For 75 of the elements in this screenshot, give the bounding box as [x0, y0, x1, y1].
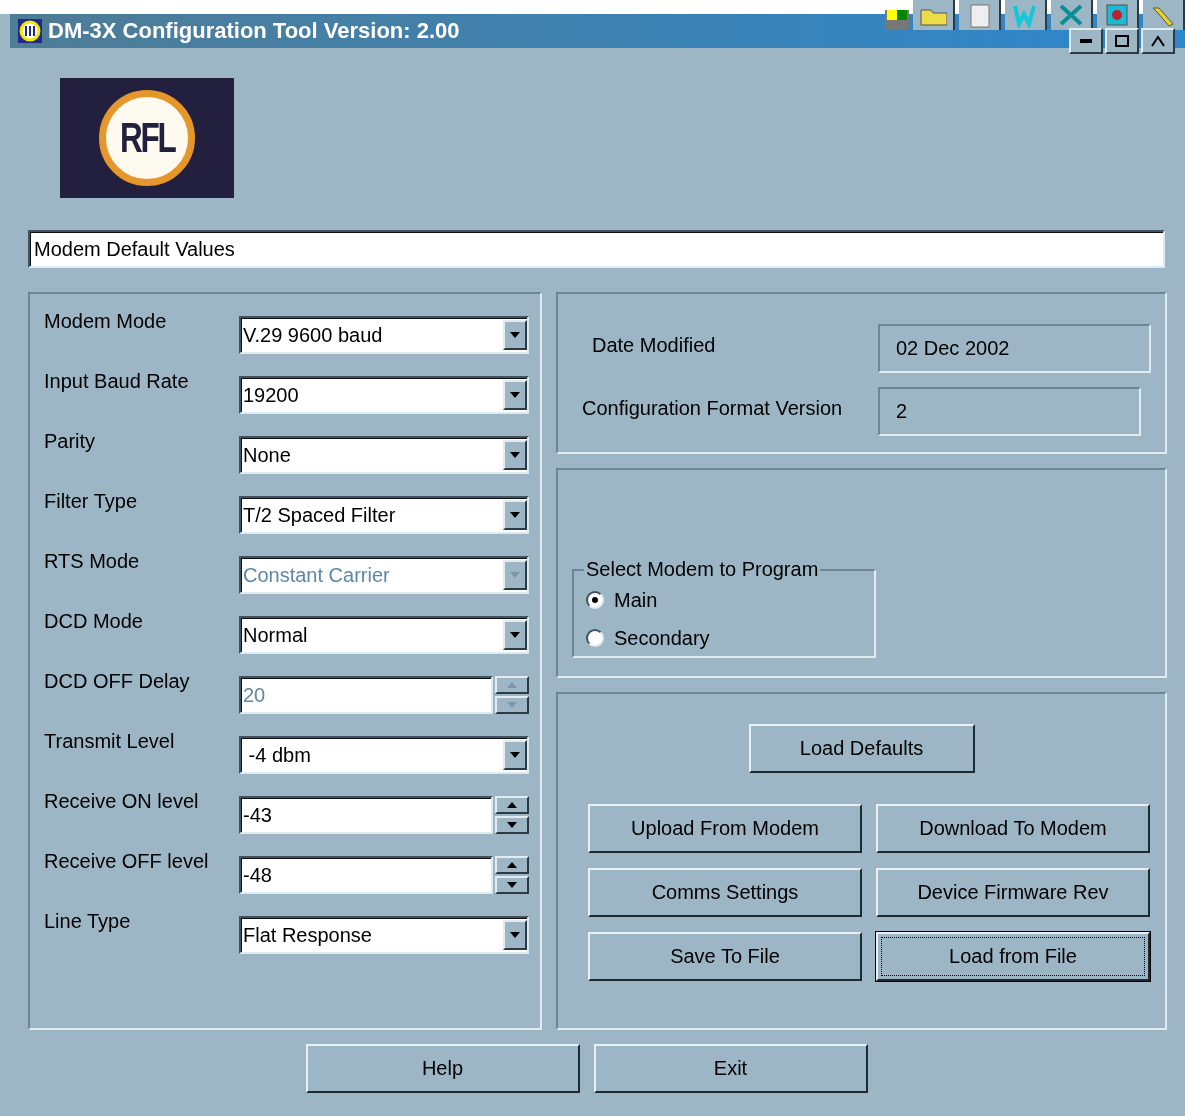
action-button[interactable]: Upload From Modem: [588, 804, 862, 853]
field-label: Receive OFF level: [44, 850, 210, 873]
close-icon: [1151, 35, 1165, 47]
spin-down-button[interactable]: [495, 876, 529, 894]
spin-down-button[interactable]: [495, 816, 529, 834]
logo-text: RFL: [119, 114, 175, 162]
dropdown-button[interactable]: [503, 380, 527, 410]
dropdown-button[interactable]: [503, 740, 527, 770]
action-button[interactable]: Load Defaults: [748, 724, 975, 773]
down-arrow-icon: [510, 632, 520, 638]
down-arrow-icon: [510, 932, 520, 938]
dropdown-button[interactable]: [503, 500, 527, 530]
field-label: DCD Mode: [44, 610, 144, 633]
down-arrow-icon: [510, 452, 520, 458]
info-label: Date Modified: [592, 334, 717, 357]
dropdown[interactable]: 19200: [239, 376, 529, 414]
dropdown-button[interactable]: [503, 920, 527, 950]
app-icon: [18, 19, 42, 43]
action-button[interactable]: Load from File: [876, 932, 1150, 981]
close-button[interactable]: [1141, 28, 1175, 54]
maximize-button[interactable]: [1105, 28, 1139, 54]
field-label: Line Type: [44, 910, 132, 933]
spin-up-button[interactable]: [495, 856, 529, 874]
spin-down-button[interactable]: [495, 696, 529, 714]
spin-field[interactable]: -48: [239, 856, 493, 894]
spin-up-button[interactable]: [495, 676, 529, 694]
radio-option[interactable]: Secondary: [586, 619, 862, 657]
field-label: Filter Type: [44, 490, 138, 513]
down-arrow-icon: [510, 572, 520, 578]
dropdown-button[interactable]: [503, 440, 527, 470]
dropdown[interactable]: Flat Response: [239, 916, 529, 954]
down-arrow-icon: [510, 752, 520, 758]
field-label: Receive ON level: [44, 790, 200, 813]
dropdown[interactable]: None: [239, 436, 529, 474]
down-arrow-icon: [510, 392, 520, 398]
status-field[interactable]: Modem Default Values: [28, 230, 1165, 268]
dropdown-button[interactable]: [503, 620, 527, 650]
up-arrow-icon: [507, 802, 517, 808]
spin-field[interactable]: -43: [239, 796, 493, 834]
field-label: Transmit Level: [44, 730, 176, 753]
footer-button[interactable]: Exit: [593, 1044, 868, 1093]
minimize-button[interactable]: [1069, 28, 1103, 54]
dropdown[interactable]: V.29 9600 baud: [239, 316, 529, 354]
footer-button[interactable]: Help: [305, 1044, 580, 1093]
field-label: Input Baud Rate: [44, 370, 190, 393]
down-arrow-icon: [507, 822, 517, 828]
dropdown-button[interactable]: [503, 320, 527, 350]
action-button[interactable]: Save To File: [588, 932, 862, 981]
info-value: 2: [878, 387, 1141, 436]
up-arrow-icon: [507, 862, 517, 868]
field-label: DCD OFF Delay: [44, 670, 191, 693]
maximize-icon: [1115, 35, 1129, 47]
down-arrow-icon: [510, 332, 520, 338]
radio-icon[interactable]: [586, 591, 604, 609]
spin-up-button[interactable]: [495, 796, 529, 814]
window-title: DM-3X Configuration Tool Version: 2.00: [48, 18, 460, 44]
down-arrow-icon: [507, 702, 517, 708]
up-arrow-icon: [507, 682, 517, 688]
field-label: RTS Mode: [44, 550, 141, 573]
action-button[interactable]: Comms Settings: [588, 868, 862, 917]
dropdown[interactable]: -4 dbm: [239, 736, 529, 774]
group-title: Select Modem to Program: [585, 558, 820, 581]
info-label: Configuration Format Version: [582, 397, 844, 420]
radio-option[interactable]: Main: [586, 581, 862, 619]
action-button[interactable]: Download To Modem: [876, 804, 1150, 853]
dropdown[interactable]: T/2 Spaced Filter: [239, 496, 529, 534]
down-arrow-icon: [510, 512, 520, 518]
radio-icon[interactable]: [586, 629, 604, 647]
info-value: 02 Dec 2002: [878, 324, 1151, 373]
field-label: Parity: [44, 430, 97, 453]
minimize-icon: [1080, 39, 1092, 43]
action-button[interactable]: Device Firmware Rev: [876, 868, 1150, 917]
dropdown[interactable]: Normal: [239, 616, 529, 654]
down-arrow-icon: [507, 882, 517, 888]
field-label: Modem Mode: [44, 310, 168, 333]
